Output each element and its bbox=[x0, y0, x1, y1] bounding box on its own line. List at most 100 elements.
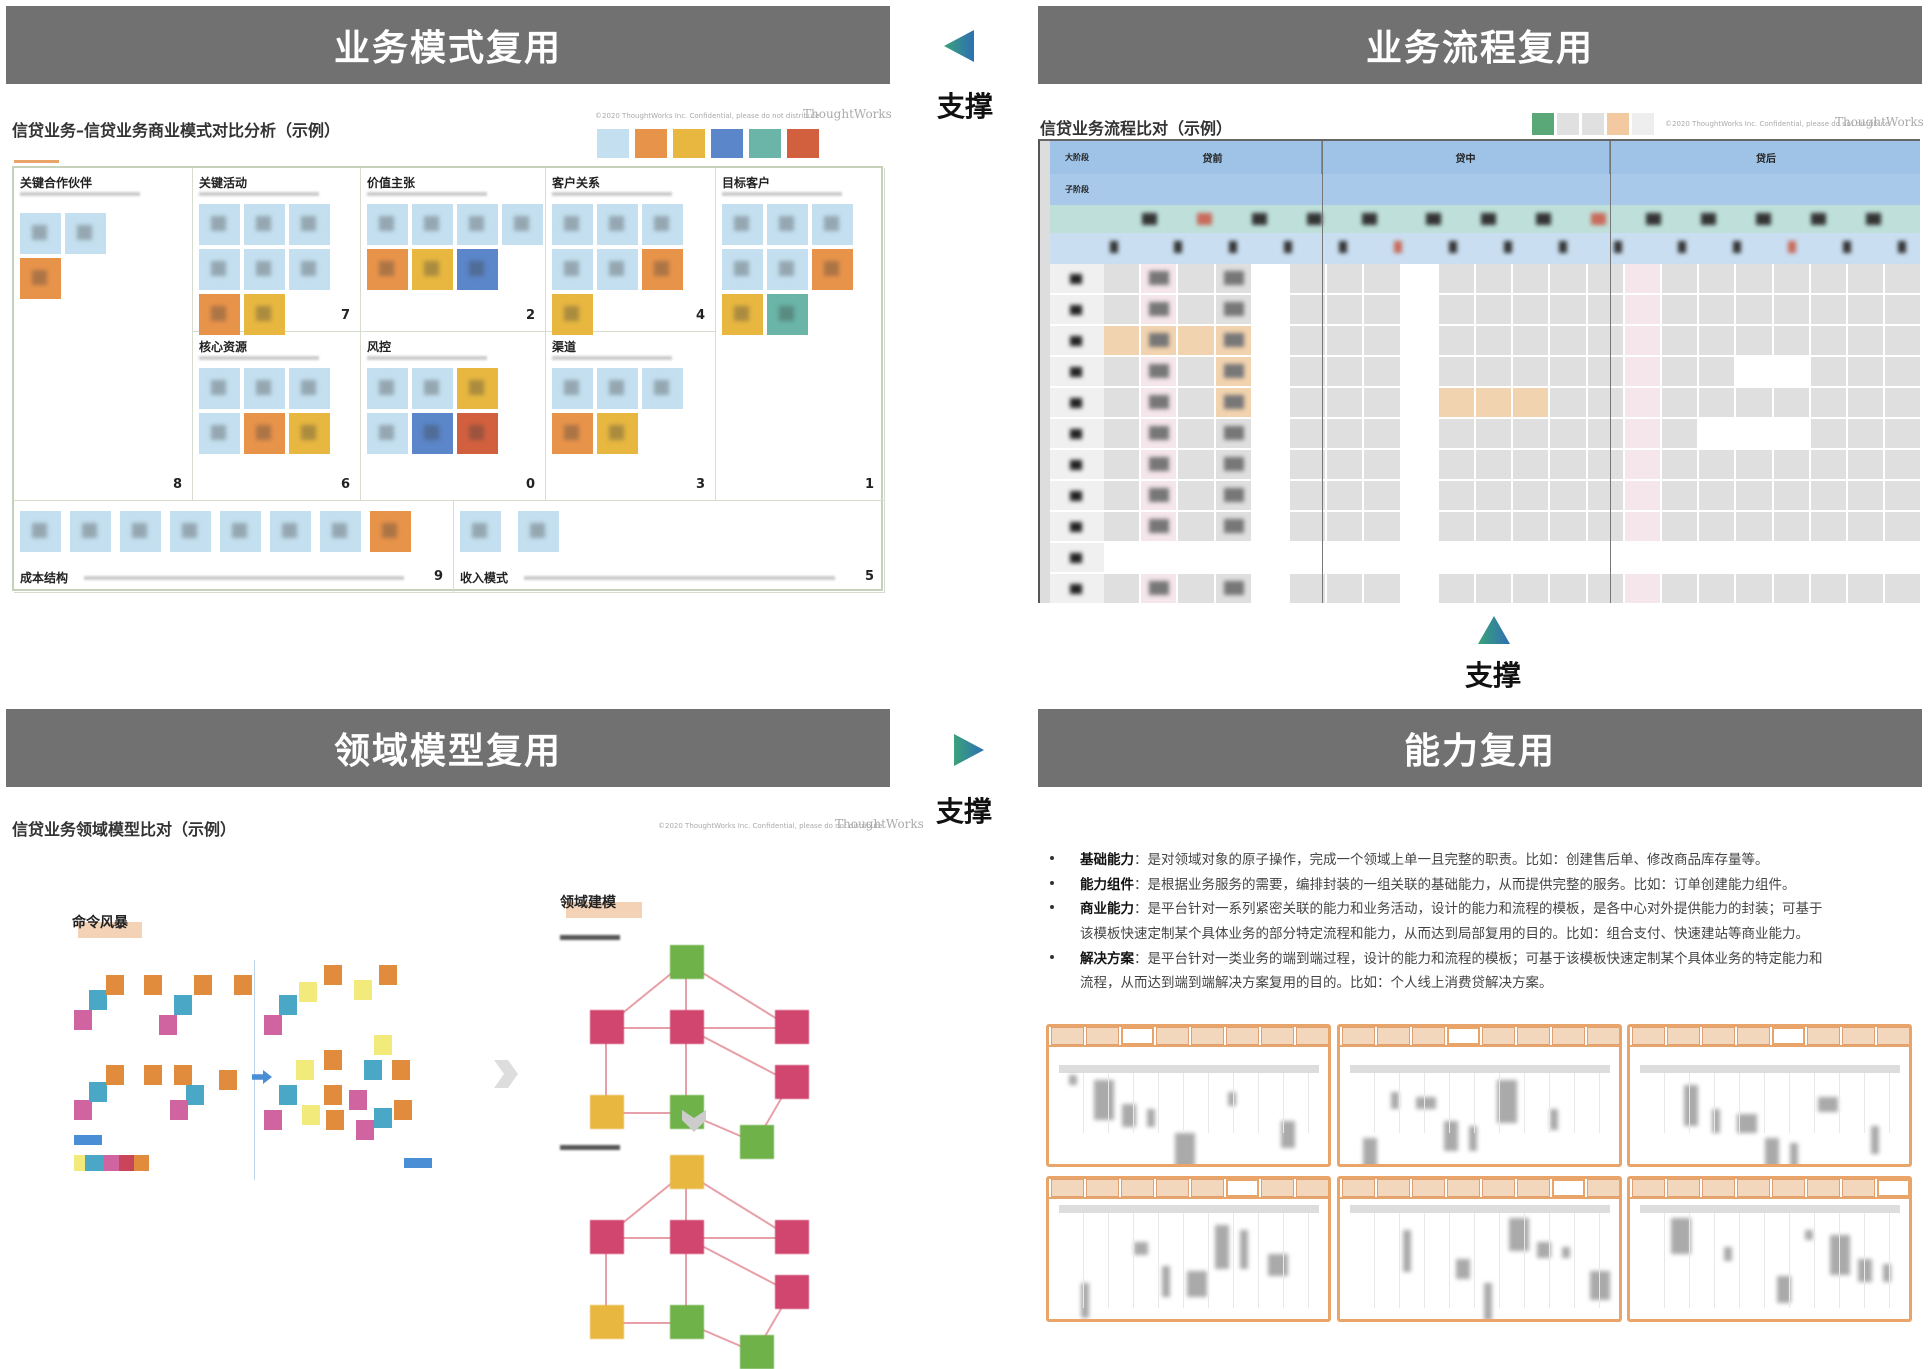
grid-cell bbox=[1438, 512, 1474, 541]
sticky-note bbox=[70, 511, 111, 552]
sticky-note bbox=[170, 511, 211, 552]
domain-node bbox=[670, 1010, 704, 1044]
grid-cell bbox=[1476, 481, 1512, 510]
thumbnail-content-blob bbox=[1765, 1138, 1779, 1164]
row-content-blob bbox=[1394, 241, 1402, 253]
sticky-note bbox=[552, 368, 593, 409]
thumbnail-content-blob bbox=[1790, 1143, 1798, 1164]
grid-cell bbox=[1662, 357, 1698, 386]
grid-cell bbox=[1885, 264, 1920, 293]
grid-cell bbox=[1364, 388, 1400, 417]
business-model-canvas: 关键合作伙伴 8 关键活动 7 价值主张 2 客户关系 4 目标客户 1 核心资源 6 风控 0 渠道 3 成本… bbox=[12, 166, 885, 593]
canvas-section: 渠道 3 bbox=[546, 332, 716, 501]
event-sticky bbox=[264, 1015, 282, 1035]
grid-cell bbox=[1401, 295, 1437, 324]
grid-cell bbox=[1587, 326, 1623, 355]
cell-content-blob bbox=[1223, 581, 1244, 595]
grid-cell bbox=[1736, 388, 1772, 417]
grid-cell bbox=[1587, 450, 1623, 479]
row-content-blob bbox=[1426, 213, 1441, 225]
grid-cell bbox=[1885, 543, 1920, 572]
event-sticky bbox=[379, 965, 397, 985]
thumbnail-table-header bbox=[1350, 1065, 1610, 1073]
grid-cell bbox=[1587, 574, 1623, 603]
grid-cell bbox=[1736, 543, 1772, 572]
domain-node bbox=[775, 1065, 809, 1099]
grid-cell bbox=[1327, 574, 1363, 603]
phase-header: 贷前 bbox=[1104, 141, 1322, 174]
thumbnail-tab bbox=[1667, 1179, 1700, 1197]
section-description bbox=[722, 192, 842, 196]
sticky-note bbox=[199, 294, 240, 335]
thumbnail-table-header bbox=[1059, 1205, 1319, 1213]
grid-cell bbox=[1290, 295, 1326, 324]
header-business-model-reuse: 业务模式复用 bbox=[6, 6, 890, 84]
grid-cell bbox=[1550, 543, 1586, 572]
grid-cell bbox=[1401, 264, 1437, 293]
sticky-note bbox=[120, 511, 161, 552]
grid-cell bbox=[1885, 388, 1920, 417]
thumbnail-tab bbox=[1156, 1027, 1189, 1045]
row-content-blob bbox=[1536, 213, 1551, 225]
event-sticky bbox=[296, 1060, 314, 1080]
title-underline bbox=[14, 160, 59, 163]
sticky-note bbox=[20, 511, 61, 552]
row-content-blob bbox=[1591, 213, 1606, 225]
bullet-icon bbox=[1050, 955, 1054, 959]
thumbnail-tab bbox=[1877, 1179, 1909, 1197]
sticky-note bbox=[412, 368, 453, 409]
grid-cell bbox=[1513, 543, 1549, 572]
thumbnail-tab-bar-line bbox=[1049, 1197, 1328, 1199]
grid-cell bbox=[1364, 512, 1400, 541]
row-content-blob bbox=[1559, 241, 1567, 253]
thumbnail-grid bbox=[1350, 1213, 1610, 1308]
event-sticky bbox=[159, 1015, 177, 1035]
thumbnail-table-header bbox=[1059, 1065, 1319, 1073]
event-sticky bbox=[89, 990, 107, 1010]
sticky-note bbox=[412, 249, 453, 290]
sticky-row bbox=[74, 1155, 149, 1171]
slide-title: 信贷业务领域模型比对（示例） bbox=[12, 820, 237, 839]
grid-cell bbox=[1178, 450, 1214, 479]
row-content-blob bbox=[1678, 241, 1686, 253]
grid-cell bbox=[1662, 388, 1698, 417]
grid-cell bbox=[1104, 295, 1140, 324]
sticky-note bbox=[199, 368, 240, 409]
grid-cell bbox=[1438, 326, 1474, 355]
canvas-section: 收入模式 5 bbox=[454, 501, 885, 593]
thumbnail-tab-bar-line bbox=[1630, 1045, 1909, 1047]
row-label-icon bbox=[1070, 429, 1082, 439]
sticky-note bbox=[289, 413, 330, 454]
thumbnail-grid bbox=[1059, 1073, 1319, 1133]
phase-header: 贷后 bbox=[1610, 141, 1920, 174]
brand-logo: ThoughtWorks bbox=[835, 817, 924, 831]
grid-cell bbox=[1476, 574, 1512, 603]
thumbnail-tab bbox=[1447, 1179, 1480, 1197]
table-side-bar bbox=[1040, 141, 1050, 603]
grid-cell bbox=[1438, 295, 1474, 324]
sticky-note bbox=[722, 249, 763, 290]
section-title: 风控 bbox=[367, 340, 392, 354]
thumbnail-tab bbox=[1482, 1027, 1515, 1045]
thumbnail-tab bbox=[1226, 1179, 1259, 1197]
sticky-note bbox=[552, 413, 593, 454]
sticky-note bbox=[289, 368, 330, 409]
thumbnail-tab bbox=[1377, 1179, 1410, 1197]
thumbnail-tab bbox=[1807, 1179, 1840, 1197]
grid-cell bbox=[1773, 574, 1809, 603]
sticky-note bbox=[320, 511, 361, 552]
row-content-blob bbox=[1756, 213, 1771, 225]
grid-cell bbox=[1104, 481, 1140, 510]
thumbnail-tab bbox=[1156, 1179, 1189, 1197]
bullet-text: ：是根据业务服务的需要，编排封装的一组关联的基础能力，从而提供完整的服务。比如：… bbox=[1134, 877, 1796, 893]
grid-cell bbox=[1810, 450, 1846, 479]
grid-cell bbox=[1736, 574, 1772, 603]
row-label-icon bbox=[1070, 553, 1082, 563]
grid-cell bbox=[1885, 481, 1920, 510]
event-sticky bbox=[174, 1065, 192, 1085]
grid-cell bbox=[1810, 512, 1846, 541]
grid-cell bbox=[1848, 450, 1884, 479]
sticky-note bbox=[367, 249, 408, 290]
thumbnail-tab bbox=[1482, 1179, 1515, 1197]
thumbnail-tab-bar-line bbox=[1630, 1197, 1909, 1199]
